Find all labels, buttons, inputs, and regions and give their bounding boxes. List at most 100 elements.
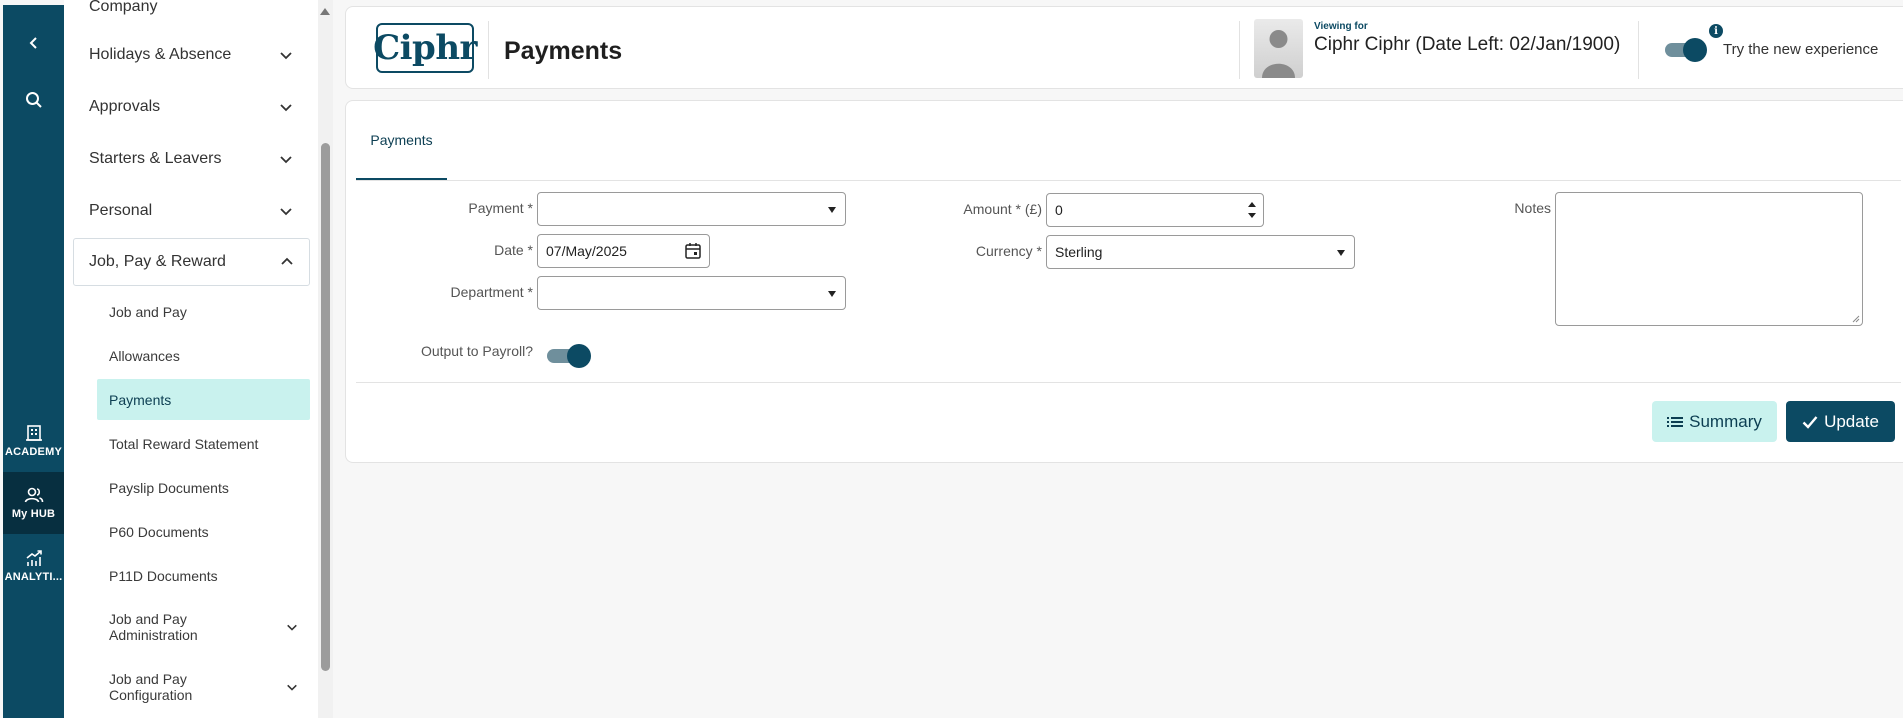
- search-button[interactable]: [3, 75, 64, 125]
- payments-form-card: Payments Payment * Date * 07/May/2025 De…: [345, 100, 1903, 463]
- amount-label: Amount * (£): [963, 201, 1042, 217]
- check-icon: [1802, 415, 1818, 429]
- new-experience-toggle[interactable]: [1664, 37, 1708, 63]
- chevron-down-icon: [287, 624, 297, 631]
- ciphr-logo[interactable]: Ciphr: [373, 23, 477, 73]
- nav-section-holidays[interactable]: Holidays & Absence: [64, 31, 318, 79]
- date-field[interactable]: 07/May/2025: [537, 234, 710, 268]
- resize-grip-icon[interactable]: [1852, 315, 1860, 323]
- currency-select[interactable]: Sterling: [1046, 235, 1355, 269]
- date-value: 07/May/2025: [546, 243, 627, 259]
- amount-value: 0: [1055, 202, 1063, 218]
- notes-textarea[interactable]: [1555, 192, 1863, 326]
- summary-button-label: Summary: [1689, 411, 1762, 431]
- page-title: Payments: [504, 37, 623, 65]
- chevron-left-icon: [29, 37, 37, 49]
- nav-section-company[interactable]: Company: [64, 0, 318, 31]
- nav-item-job-and-pay[interactable]: Job and Pay: [97, 291, 310, 332]
- building-icon: [25, 425, 42, 441]
- nav-item-p60-documents[interactable]: P60 Documents: [97, 511, 310, 552]
- nav-section-job-pay-reward[interactable]: Job, Pay & Reward: [73, 238, 310, 286]
- nav-item-allowances[interactable]: Allowances: [97, 335, 310, 376]
- form-divider: [356, 382, 1901, 383]
- users-icon: [24, 487, 43, 503]
- nav-section-approvals[interactable]: Approvals: [64, 83, 318, 131]
- nav-item-label: Total Reward Statement: [109, 435, 259, 452]
- payment-select[interactable]: [537, 192, 846, 226]
- nav-item-label: Payments: [109, 391, 172, 408]
- nav-section-label: Company: [89, 0, 158, 15]
- nav-section-label: Job, Pay & Reward: [89, 253, 226, 270]
- calendar-icon[interactable]: [684, 242, 702, 260]
- amount-input[interactable]: 0: [1046, 193, 1264, 227]
- nav-item-job-pay-configuration[interactable]: Job and Pay Configuration: [97, 666, 310, 707]
- myhub-button[interactable]: My HUB: [3, 472, 64, 534]
- nav-item-label: Allowances: [109, 347, 180, 364]
- nav-item-label: Payslip Documents: [109, 479, 229, 496]
- chart-trend-icon: [26, 550, 42, 566]
- nav-item-label: Job and Pay Configuration: [109, 670, 193, 703]
- scroll-up-arrow-icon[interactable]: [320, 8, 330, 15]
- avatar: [1254, 19, 1303, 78]
- collapse-button[interactable]: [3, 18, 64, 68]
- department-select[interactable]: [537, 276, 846, 310]
- nav-item-label: P11D Documents: [109, 567, 218, 584]
- list-icon: [1667, 416, 1684, 427]
- chevron-down-icon: [287, 684, 297, 691]
- nav-section-label: Approvals: [89, 98, 161, 115]
- nav-item-payslip-documents[interactable]: Payslip Documents: [97, 467, 310, 508]
- nav-item-job-pay-administration[interactable]: Job and Pay Administration: [97, 606, 310, 647]
- payment-label: Payment *: [468, 200, 533, 216]
- caret-down-icon: [828, 291, 836, 297]
- page-header: Ciphr Payments Viewing for Ciphr Ciphr (…: [345, 6, 1903, 89]
- chevron-down-icon: [280, 104, 292, 112]
- person-silhouette-icon: [1262, 30, 1295, 78]
- viewing-person-name: Ciphr Ciphr (Date Left: 02/Jan/1900): [1314, 34, 1621, 55]
- nav-scrollbar-thumb[interactable]: [321, 143, 330, 671]
- tab-label: Payments: [370, 131, 433, 148]
- header-divider: [1638, 21, 1639, 79]
- department-label: Department *: [450, 284, 533, 300]
- tab-payments[interactable]: Payments: [356, 101, 447, 180]
- summary-button[interactable]: Summary: [1652, 401, 1777, 442]
- nav-section-starters-leavers[interactable]: Starters & Leavers: [64, 135, 318, 183]
- info-icon[interactable]: i: [1709, 24, 1723, 38]
- output-payroll-toggle[interactable]: [546, 343, 592, 369]
- nav-section-personal[interactable]: Personal: [64, 187, 318, 235]
- icon-rail: ACADEMY My HUB ANALYTI...: [3, 5, 64, 718]
- nav-item-p11d-documents[interactable]: P11D Documents: [97, 555, 310, 596]
- academy-label: ACADEMY: [4, 446, 62, 458]
- header-divider: [1239, 21, 1240, 79]
- caret-down-icon: [1337, 250, 1345, 256]
- currency-label: Currency *: [975, 243, 1042, 259]
- caret-down-icon: [828, 207, 836, 213]
- chevron-down-icon: [280, 208, 292, 216]
- date-label: Date *: [494, 242, 533, 258]
- search-icon: [25, 92, 42, 108]
- nav-section-label: Starters & Leavers: [89, 150, 222, 167]
- new-experience-label: Try the new experience: [1723, 41, 1879, 58]
- chevron-down-icon: [280, 52, 292, 60]
- update-button-label: Update: [1824, 411, 1879, 431]
- nav-item-payments[interactable]: Payments: [97, 379, 310, 420]
- nav-item-label: Job and Pay: [109, 303, 187, 320]
- tab-divider: [356, 180, 1901, 181]
- notes-label: Notes: [1514, 200, 1551, 216]
- nav-item-total-reward-statement[interactable]: Total Reward Statement: [97, 423, 310, 464]
- navigation-sidebar: Company Holidays & Absence Approvals Sta…: [64, 0, 318, 718]
- chevron-up-icon: [281, 257, 293, 265]
- chevron-down-icon: [280, 156, 292, 164]
- number-stepper-icon[interactable]: [1247, 199, 1257, 221]
- header-divider: [488, 21, 489, 79]
- academy-button[interactable]: ACADEMY: [3, 413, 64, 469]
- myhub-label: My HUB: [11, 508, 56, 520]
- nav-item-label: P60 Documents: [109, 523, 209, 540]
- output-payroll-label: Output to Payroll?: [420, 343, 533, 359]
- viewing-for-label: Viewing for: [1314, 21, 1368, 32]
- analytics-button[interactable]: ANALYTI...: [3, 538, 64, 594]
- currency-value: Sterling: [1055, 244, 1103, 260]
- nav-section-label: Holidays & Absence: [89, 46, 232, 63]
- nav-section-label: Personal: [89, 202, 153, 219]
- update-button[interactable]: Update: [1786, 401, 1895, 442]
- logo-text: Ciphr: [373, 28, 477, 68]
